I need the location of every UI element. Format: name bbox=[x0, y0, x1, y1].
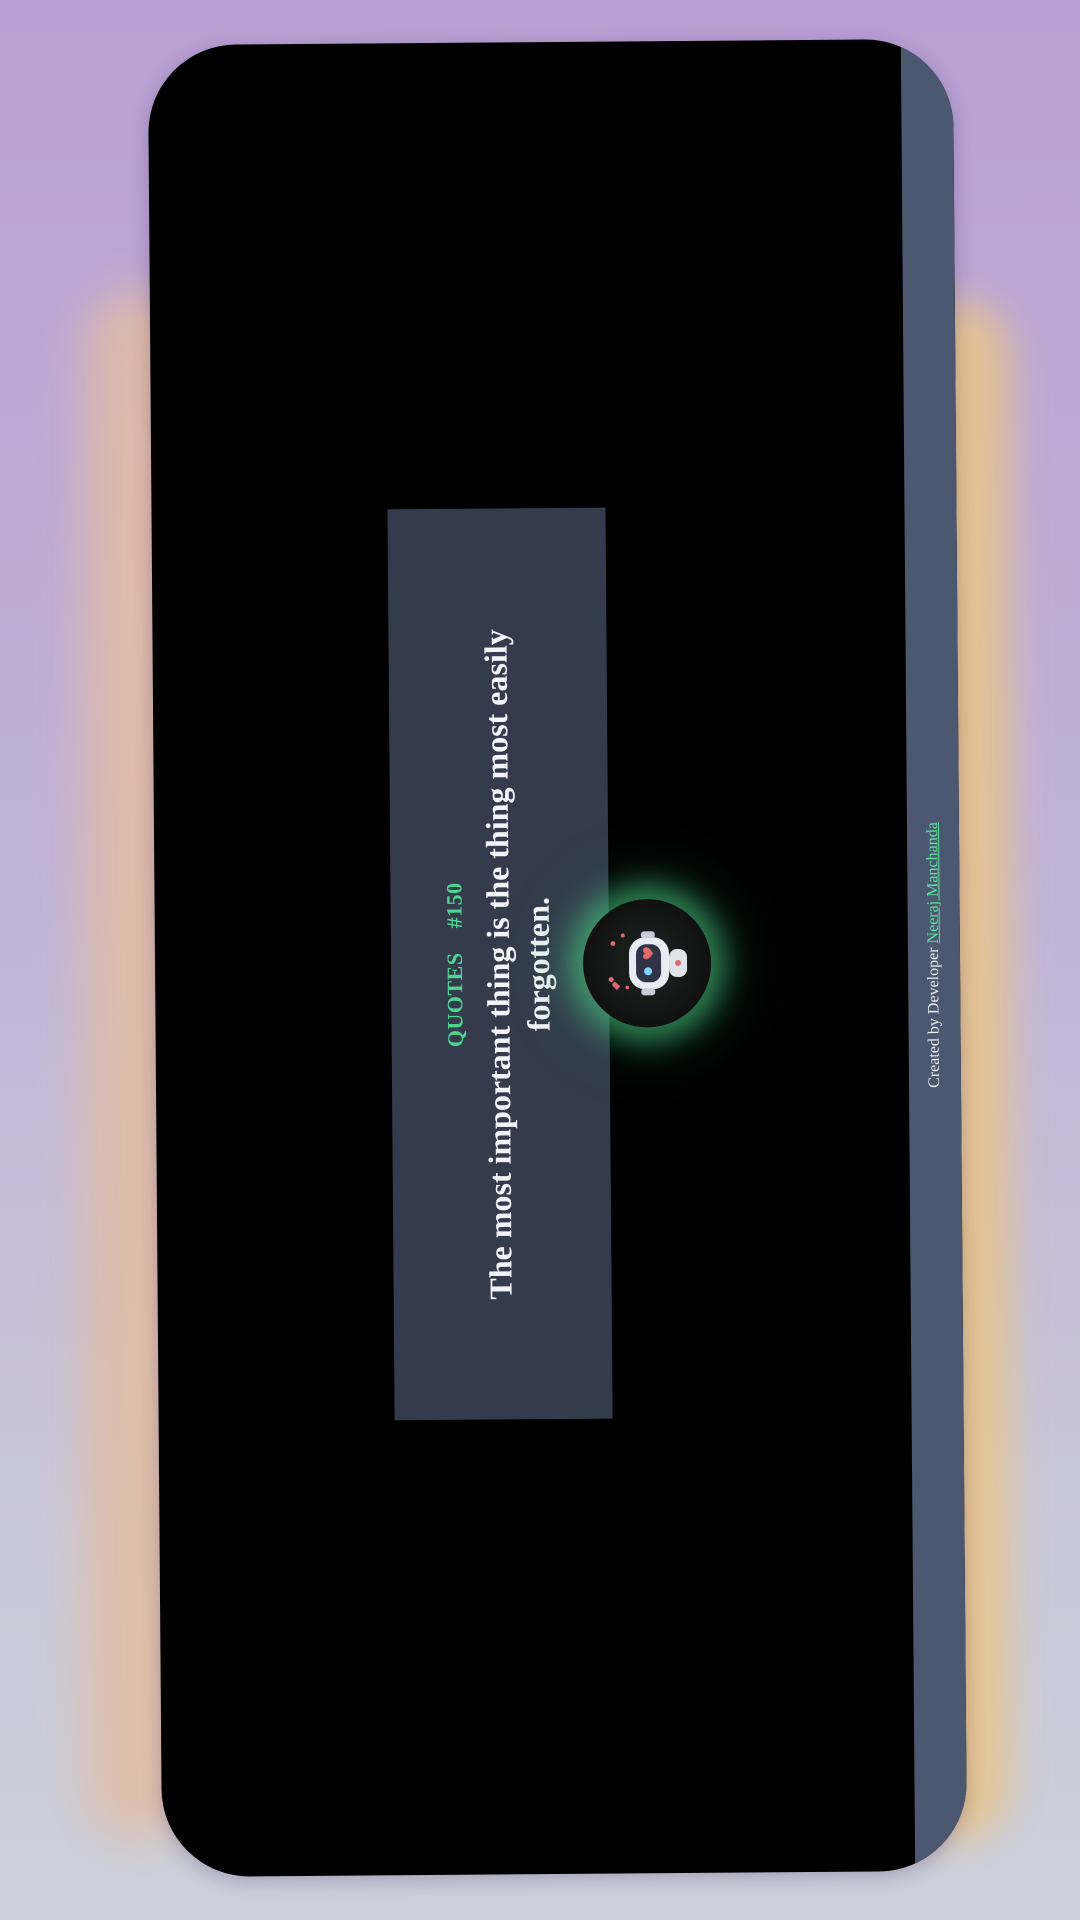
quote-label: QUOTES bbox=[441, 951, 468, 1047]
quote-number: #150 bbox=[441, 881, 467, 929]
quote-content: QUOTES #150 The most important thing is … bbox=[439, 614, 560, 1315]
quote-card: QUOTES #150 The most important thing is … bbox=[387, 507, 613, 1421]
device-screen: QUOTES #150 The most important thing is … bbox=[147, 38, 968, 1878]
author-link[interactable]: Neeraj Manchanda bbox=[924, 822, 942, 943]
quote-header: QUOTES #150 bbox=[439, 614, 470, 1314]
footer-prefix: Created by Developer bbox=[924, 943, 944, 1088]
quote-text: The most important thing is the thing mo… bbox=[477, 628, 557, 1300]
footer-credit: Created by Developer Neeraj Manchanda bbox=[924, 822, 944, 1088]
robot-with-hearts-icon bbox=[608, 931, 688, 996]
robot-avatar[interactable] bbox=[582, 898, 712, 1028]
